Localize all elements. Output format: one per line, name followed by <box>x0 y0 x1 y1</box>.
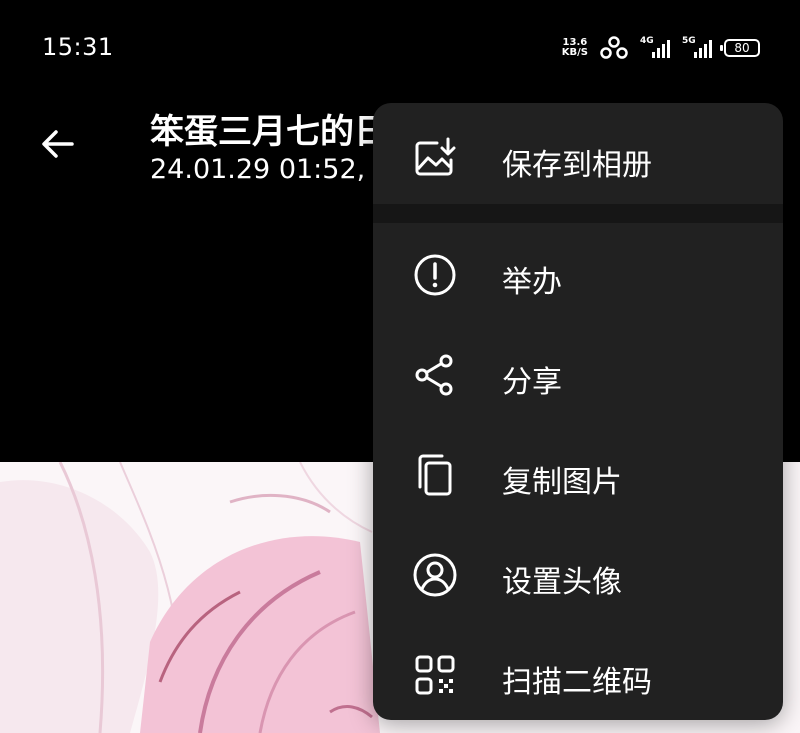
signal-sim2-icon: 5G <box>682 36 712 58</box>
context-menu: 保存到相册 举办 分享 复制图片 设置头像 扫描二维码 <box>373 103 783 720</box>
network-speed: 13.6 KB/S <box>562 38 588 58</box>
status-icons: 13.6 KB/S 4G 5G 80 <box>562 35 760 61</box>
menu-item-label: 扫描二维码 <box>502 665 652 700</box>
menu-item-set-avatar[interactable]: 设置头像 <box>373 523 783 623</box>
menu-item-label: 分享 <box>502 365 562 400</box>
avatar-icon <box>413 553 457 597</box>
sim2-network-type: 5G <box>682 36 696 46</box>
menu-item-report[interactable]: 举办 <box>373 223 783 323</box>
menu-item-share[interactable]: 分享 <box>373 323 783 423</box>
share-icon <box>415 354 453 396</box>
clock: 15:31 <box>42 33 114 61</box>
menu-item-label: 保存到相册 <box>502 148 652 183</box>
menu-divider <box>373 204 783 223</box>
status-bar: 15:31 13.6 KB/S 4G 5G 80 <box>0 0 800 96</box>
battery-icon: 80 <box>720 39 760 57</box>
network-speed-unit: KB/S <box>561 47 588 58</box>
menu-item-label: 举办 <box>502 265 562 300</box>
hotspot-icon <box>600 36 628 59</box>
menu-item-label: 设置头像 <box>502 565 622 600</box>
back-arrow-icon[interactable] <box>38 124 78 164</box>
copy-icon <box>418 454 452 496</box>
qr-code-icon <box>415 655 455 695</box>
menu-item-label: 复制图片 <box>502 465 622 500</box>
sim1-network-type: 4G <box>640 36 654 46</box>
menu-item-copy-image[interactable]: 复制图片 <box>373 423 783 523</box>
report-icon <box>414 254 456 296</box>
menu-item-scan-qr[interactable]: 扫描二维码 <box>373 623 783 720</box>
save-to-gallery-icon <box>415 137 456 176</box>
menu-item-save-to-gallery[interactable]: 保存到相册 <box>373 106 783 206</box>
signal-sim1-icon: 4G <box>640 36 670 58</box>
